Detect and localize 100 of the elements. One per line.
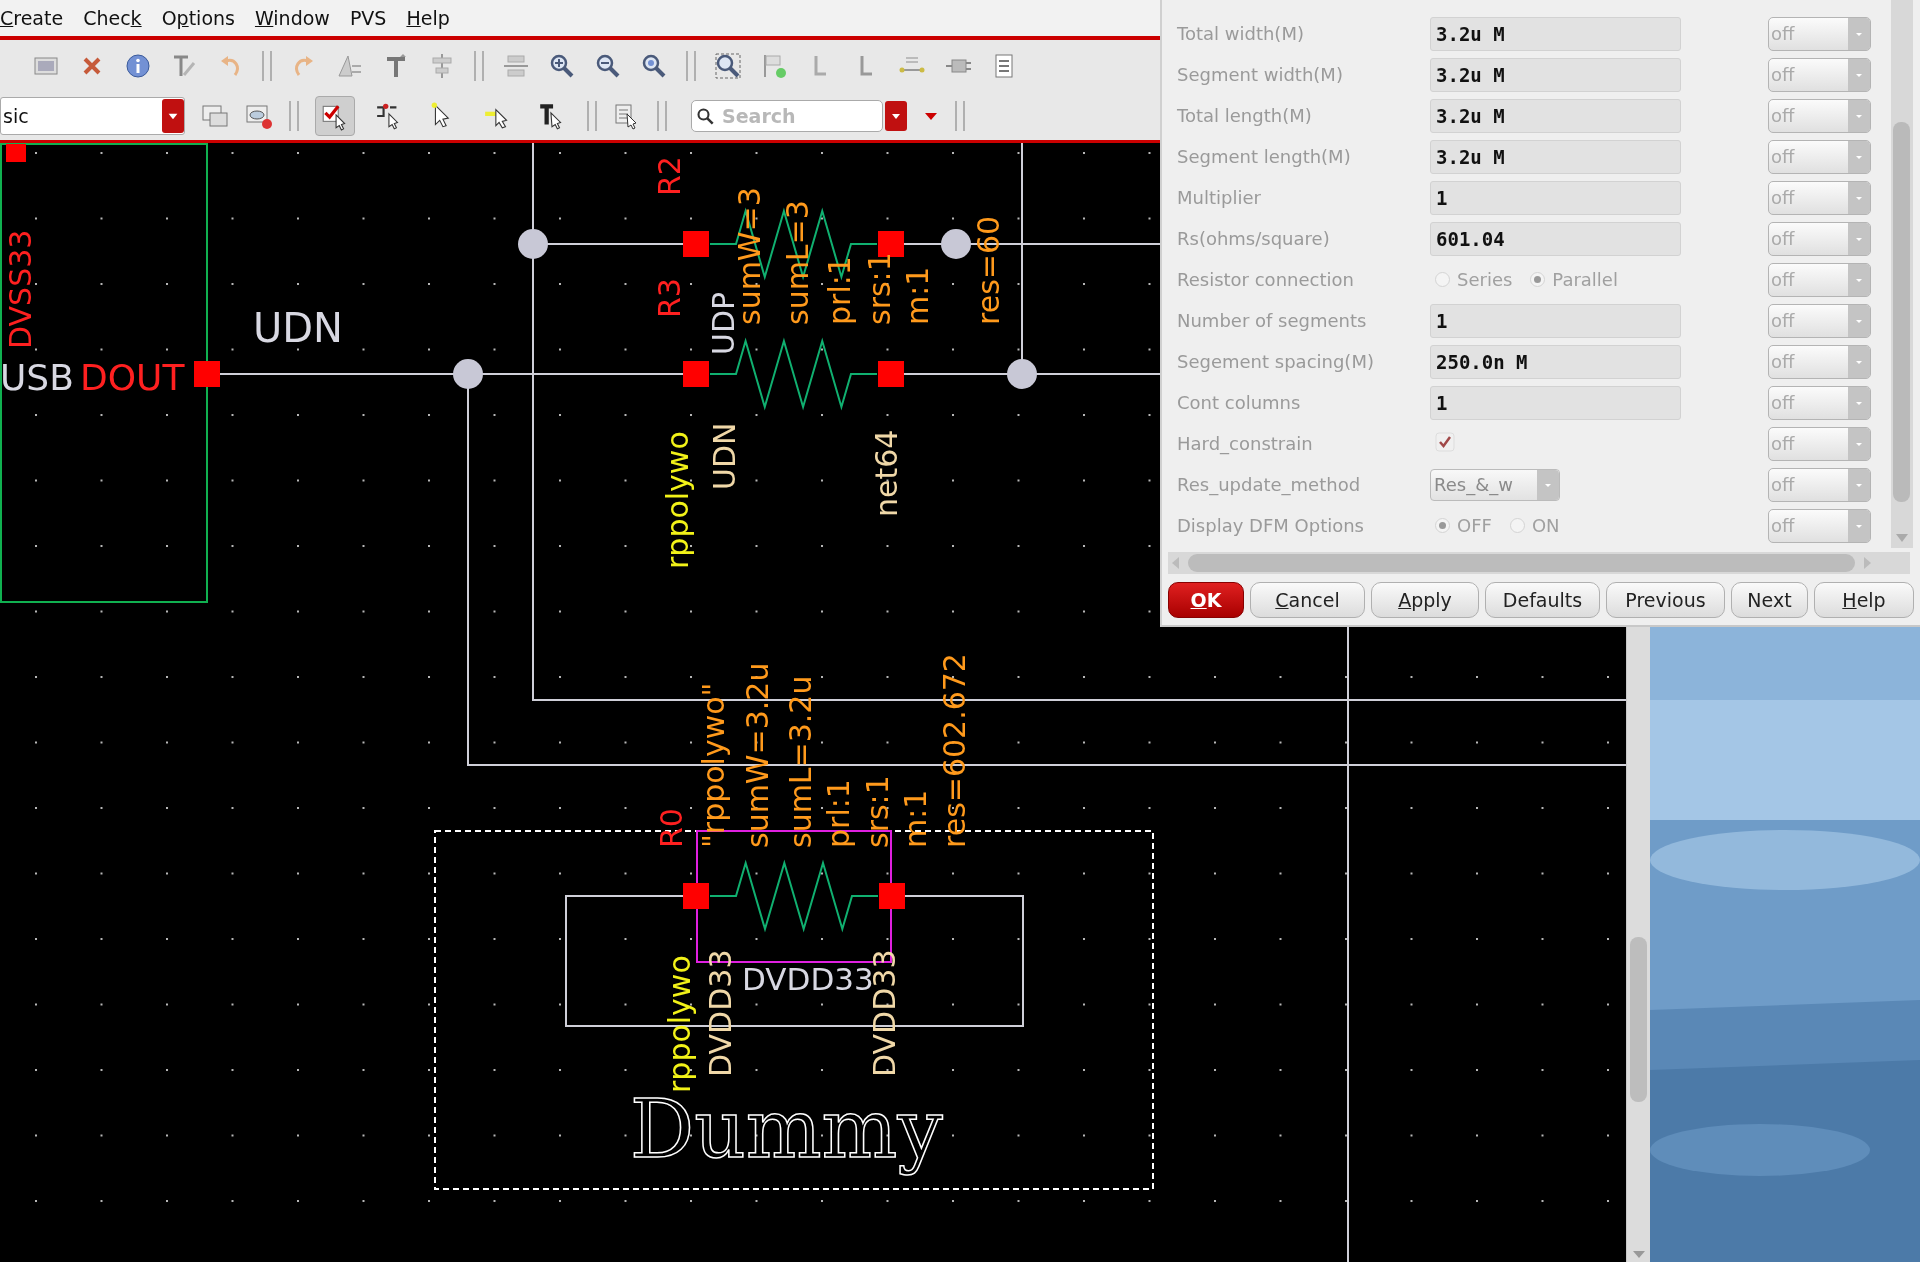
property-label: Number of segments [1176,310,1368,331]
pin-label: DVSS33 [3,229,38,349]
junction-dot [518,229,548,259]
instance-name: R2 [652,156,687,196]
property-label: Cont columns [1176,392,1302,413]
dialog-button[interactable]: Defaults [1485,582,1600,618]
scroll-thumb[interactable] [1188,554,1855,572]
parameter-label: sumL=3 [780,200,815,325]
property-label: Total width(M) [1176,23,1305,44]
instance-name: R3 [652,278,687,318]
parameter-label: prl:1 [821,779,856,848]
info-icon[interactable] [124,52,152,80]
toolbar-grip[interactable] [262,51,272,81]
net-label: UDP [706,291,741,355]
toolbar-grip[interactable] [686,51,696,81]
terminal-label: net64 [869,429,904,517]
dialog-button[interactable]: Cancel [1250,582,1365,618]
dialog-button[interactable]: Help [1814,582,1914,618]
parameter-label: sumL=3.2u [783,675,818,848]
parameter-label: prl:1 [822,256,857,325]
ok-button[interactable]: OK [1168,582,1244,618]
mode-value: off [1771,64,1795,85]
dialog-button[interactable]: Apply [1371,582,1479,618]
scroll-thumb[interactable] [1630,937,1647,1102]
value-field[interactable]: 1 [1430,303,1681,338]
mode-value: off [1771,269,1795,290]
pin-marker [683,361,709,387]
property-label: Hard_constrain [1176,433,1314,454]
mode-value: off [1771,433,1795,454]
menu-item[interactable]: Options [161,7,235,29]
pin-marker [6,144,26,162]
checkbox[interactable] [1435,431,1455,452]
value-field[interactable]: 3.2u M [1430,57,1681,92]
toolbar-grip[interactable] [657,101,667,131]
scrollbar[interactable] [1891,0,1913,548]
dialog-button[interactable]: Next [1731,582,1808,618]
mode-value: off [1771,351,1795,372]
zoom-box-icon[interactable] [714,52,742,80]
pin-marker [683,231,709,257]
search-icon [696,107,716,127]
value-field[interactable]: 3.2u M [1430,98,1681,133]
pin-marker [879,883,905,909]
parameter-label: m:1 [898,789,933,848]
menu-item[interactable]: Help [406,7,450,29]
method-value: Res_&_w [1434,474,1513,495]
pin-marker [878,231,904,257]
mode-value: off [1771,23,1795,44]
pin-label: DOUT [80,357,185,398]
dropdown-button[interactable] [885,101,907,131]
mode-value: off [1771,187,1795,208]
menu-item[interactable]: Create [0,7,64,29]
value-field[interactable]: 601.04 [1430,221,1681,256]
parameter-label: m:1 [900,266,935,325]
parameter-label: sumW=3.2u [740,662,775,848]
toolbar-grip[interactable] [587,101,597,131]
net-label: UDN [253,305,343,351]
value-field[interactable]: 1 [1430,180,1681,215]
property-label: Segment width(M) [1176,64,1344,85]
zoom-fit-icon[interactable] [640,52,668,80]
parameter-label: "rppolywo" [696,682,731,848]
value-field[interactable]: 3.2u M [1430,139,1681,174]
value-field[interactable]: 250.0n M [1430,344,1681,379]
menu-item[interactable]: PVS [349,7,387,29]
view-window-icon[interactable] [245,102,273,130]
terminal-label: UDN [707,422,742,490]
mode-value: off [1771,515,1795,536]
junction-dot [1007,359,1037,389]
menu-item[interactable]: Window [254,7,330,29]
mode-value: off [1771,310,1795,331]
toolbar-grip[interactable] [955,101,965,131]
scroll-thumb[interactable] [1893,122,1910,502]
parameter-label: res=60 [971,215,1006,325]
pin-marker [878,361,904,387]
property-label: Res_update_method [1176,474,1362,495]
zoom-out-icon[interactable] [594,52,622,80]
toolbar-grip[interactable] [474,51,484,81]
parameter-label: res=602.672 [937,653,972,848]
property-label: Total length(M) [1176,105,1313,126]
windows-icon[interactable] [201,102,229,130]
value-field[interactable]: 3.2u M [1430,16,1681,51]
mode-value: off [1771,474,1795,495]
instance-name: R0 [654,808,689,848]
property-label: Segement spacing(M) [1176,351,1375,372]
mode-value: off [1771,105,1795,126]
search-field[interactable]: Search [691,100,883,132]
pin-marker [683,883,709,909]
distribute-icon[interactable] [502,52,530,80]
zoom-in-icon[interactable] [548,52,576,80]
scrollbar[interactable] [1168,552,1910,574]
net-label: USB [0,357,74,398]
menu-item[interactable]: Check [83,7,142,29]
toolbar-grip[interactable] [289,101,299,131]
junction-dot [941,229,971,259]
mode-value: off [1771,228,1795,249]
property-label: Resistor connection [1176,269,1355,290]
property-label: Rs(ohms/square) [1176,228,1331,249]
dialog-button[interactable]: Previous [1606,582,1725,618]
dropdown-button[interactable] [162,99,184,133]
cell-view-combo[interactable]: sic [0,97,185,135]
value-field[interactable]: 1 [1430,385,1681,420]
